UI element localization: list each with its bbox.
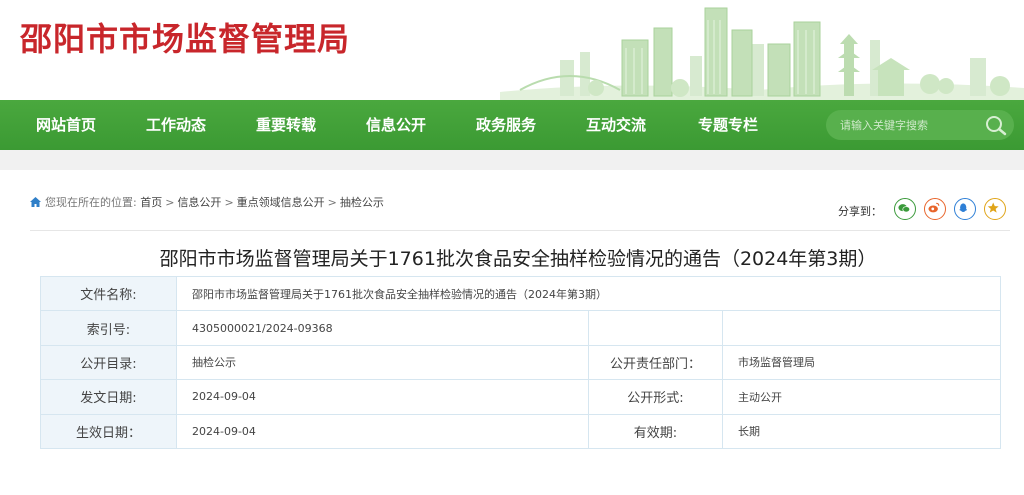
meta-empty-cell [721, 310, 1002, 346]
breadcrumb-separator: > [327, 196, 337, 209]
meta-empty-cell [588, 310, 723, 346]
wechat-share-icon[interactable] [894, 198, 916, 220]
site-title[interactable]: 邵阳市市场监督管理局 [20, 14, 350, 60]
nav-item-gov-services[interactable]: 政务服务 [456, 100, 556, 150]
nav-item-info-disclosure[interactable]: 信息公开 [346, 100, 446, 150]
search-input[interactable] [840, 110, 980, 140]
nav-item-interaction[interactable]: 互动交流 [566, 100, 666, 150]
table-row: 发文日期: 2024-09-04 公开形式: 主动公开 [40, 379, 1002, 415]
breadcrumb-separator: > [224, 196, 234, 209]
meta-value-catalog: 抽检公示 [176, 344, 589, 381]
weibo-share-icon[interactable] [924, 198, 946, 220]
meta-value-dept: 市场监督管理局 [721, 344, 1002, 381]
share-label: 分享到： [838, 205, 882, 218]
meta-value-index: 4305000021/2024-09368 [176, 310, 589, 346]
table-row: 文件名称: 邵阳市市场监督管理局关于1761批次食品安全抽样检验情况的通告（20… [40, 275, 1002, 312]
search-box [826, 110, 1014, 140]
table-row: 公开目录: 抽检公示 公开责任部门： 市场监督管理局 [40, 344, 1002, 381]
meta-label-index: 索引号: [40, 310, 177, 346]
nav-item-reprints[interactable]: 重要转载 [236, 100, 336, 150]
document-meta-table: 文件名称: 邵阳市市场监督管理局关于1761批次食品安全抽样检验情况的通告（20… [40, 275, 1002, 449]
meta-value-validity: 长期 [721, 413, 1002, 449]
city-skyline-banner [500, 7, 1024, 100]
site-header: 邵阳市市场监督管理局 [0, 0, 1024, 100]
meta-label-form: 公开形式: [588, 379, 723, 415]
breadcrumb-inspection[interactable]: 抽检公示 [340, 196, 384, 209]
breadcrumb-info-disclosure[interactable]: 信息公开 [177, 196, 221, 209]
breadcrumb-separator: > [165, 196, 175, 209]
meta-value-name: 邵阳市市场监督管理局关于1761批次食品安全抽样检验情况的通告（2024年第3期… [175, 275, 1002, 312]
content-divider [30, 230, 1010, 231]
meta-label-name: 文件名称: [40, 275, 177, 312]
meta-label-catalog: 公开目录: [40, 344, 177, 381]
home-icon [30, 197, 41, 207]
nav-item-home[interactable]: 网站首页 [16, 100, 116, 150]
meta-value-form: 主动公开 [721, 379, 1002, 415]
qq-share-icon[interactable] [954, 198, 976, 220]
meta-value-date: 2024-09-04 [176, 379, 589, 415]
document-title: 邵阳市市场监督管理局关于1761批次食品安全抽样检验情况的通告（2024年第3期… [159, 248, 877, 270]
meta-label-effective: 生效日期： [40, 413, 177, 449]
nav-item-work-news[interactable]: 工作动态 [126, 100, 226, 150]
meta-label-date: 发文日期: [40, 379, 177, 415]
qzone-share-icon[interactable] [984, 198, 1006, 220]
breadcrumb-prefix: 您现在所在的位置: [45, 196, 137, 209]
table-row: 生效日期： 2024-09-04 有效期: 长期 [40, 413, 1002, 449]
meta-label-validity: 有效期: [588, 413, 723, 449]
nav-item-special-topics[interactable]: 专题专栏 [678, 100, 778, 150]
breadcrumb-home[interactable]: 首页 [140, 196, 162, 209]
search-icon[interactable] [984, 114, 1008, 136]
table-row: 索引号: 4305000021/2024-09368 [40, 310, 1002, 346]
nav-shadow-strip [0, 150, 1024, 170]
meta-value-effective: 2024-09-04 [176, 413, 589, 449]
breadcrumb: 您现在所在的位置: 首页 > 信息公开 > 重点领域信息公开 > 抽检公示 [30, 194, 384, 210]
meta-label-dept: 公开责任部门： [588, 344, 723, 381]
breadcrumb-key-areas[interactable]: 重点领域信息公开 [237, 196, 325, 209]
